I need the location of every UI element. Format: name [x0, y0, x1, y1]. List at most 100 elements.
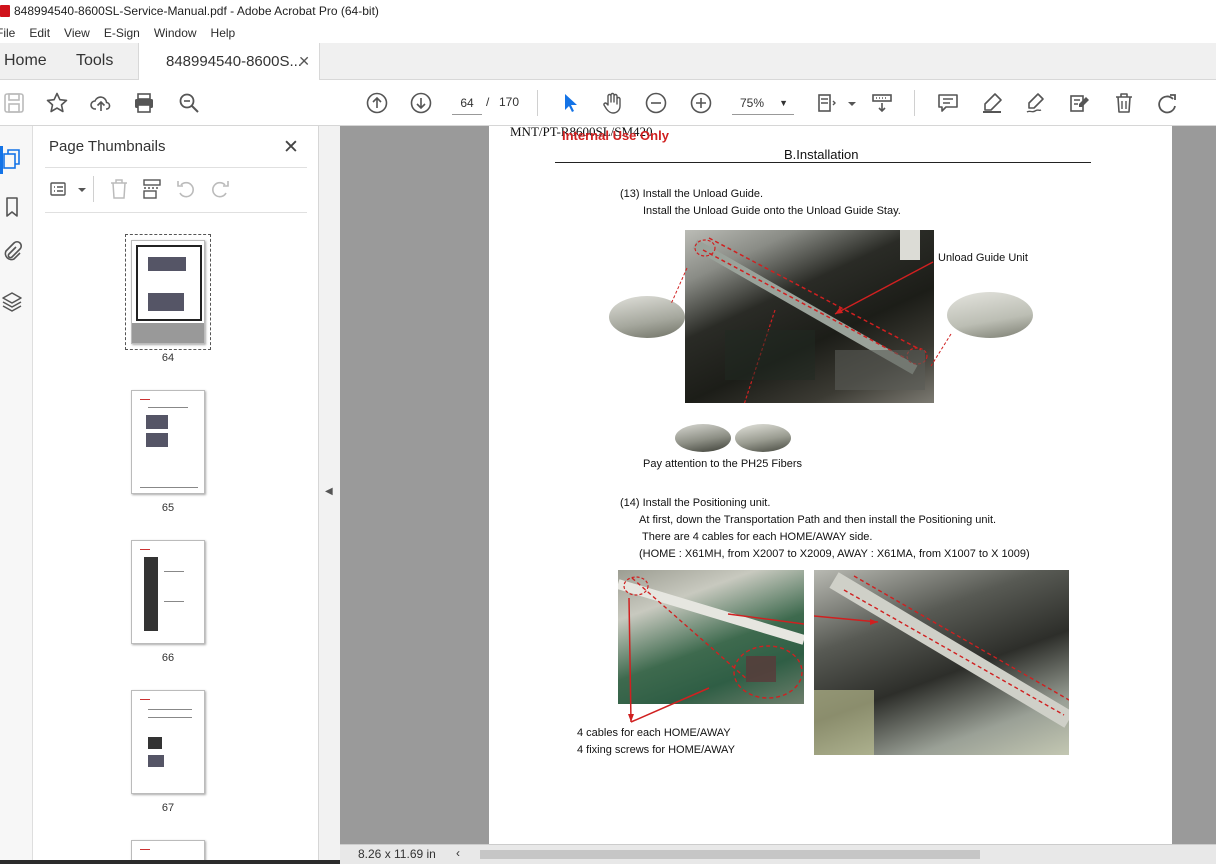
thumbnail-text-line: [148, 709, 192, 710]
rotate-clockwise-icon[interactable]: [209, 178, 231, 200]
tab-tools[interactable]: Tools: [76, 52, 113, 70]
thumbnail-image: [148, 737, 162, 749]
thumbnail-text-line: [140, 399, 150, 400]
panel-title: Page Thumbnails: [49, 138, 166, 155]
bookmarks-icon[interactable]: [1, 196, 23, 218]
detail-photo-right: [947, 292, 1033, 338]
fiber-photo-1: [675, 424, 731, 452]
thumbnail-page-67[interactable]: [131, 690, 205, 794]
chevron-down-icon[interactable]: [840, 91, 856, 115]
comment-icon[interactable]: [936, 91, 960, 115]
left-navigation-rail: [0, 126, 33, 864]
next-page-icon[interactable]: [409, 91, 433, 115]
thumbnail-label: 64: [161, 352, 175, 364]
thumbnail-label: 67: [161, 802, 175, 814]
page-thumbnails-icon[interactable]: [1, 148, 23, 170]
scroll-left-icon[interactable]: ‹: [456, 846, 460, 860]
page-fit-icon[interactable]: [815, 91, 839, 115]
print-icon[interactable]: [132, 91, 156, 115]
save-icon[interactable]: [2, 91, 26, 115]
redo-icon[interactable]: [1156, 91, 1180, 115]
hand-tool-icon[interactable]: [600, 91, 624, 115]
bookmark-star-icon[interactable]: [45, 91, 69, 115]
menu-bar: File Edit View E-Sign Window Help: [0, 22, 1216, 43]
close-tab-icon[interactable]: ✕: [298, 53, 310, 70]
menu-help[interactable]: Help: [211, 26, 236, 40]
edit-pdf-icon[interactable]: [1068, 91, 1092, 115]
thumbnail-footer-shade: [132, 323, 204, 343]
draw-signature-icon[interactable]: [1024, 91, 1048, 115]
panel-divider: [45, 212, 307, 213]
thumbnail-page-66[interactable]: [131, 540, 205, 644]
title-bar: 848994540-8600SL-Service-Manual.pdf - Ad…: [0, 0, 1216, 22]
thumbnail-text-line: [140, 699, 150, 700]
thumbnail-image: [146, 433, 168, 447]
step14-text-1: At first, down the Transportation Path a…: [639, 514, 997, 526]
scroll-mode-icon[interactable]: [870, 91, 894, 115]
document-viewer[interactable]: MNT/PT-R8600SL/SM420 Internal Use Only B…: [340, 124, 1216, 844]
zoom-out-icon[interactable]: [644, 91, 668, 115]
thumbnail-text-line: [148, 717, 192, 718]
select-cursor-icon[interactable]: [558, 91, 582, 115]
menu-edit[interactable]: Edit: [29, 26, 50, 40]
close-panel-icon[interactable]: ✕: [283, 136, 299, 159]
panel-toolbar-divider: [93, 176, 94, 202]
thumbnail-text-line: [140, 849, 150, 850]
thumbnail-image: [146, 415, 168, 429]
page-separator: /: [486, 95, 490, 109]
page-size-label: 8.26 x 11.69 in: [358, 847, 436, 861]
tab-home[interactable]: Home: [4, 52, 47, 70]
step13-title: (13) Install the Unload Guide.: [620, 188, 764, 200]
horizontal-scroll-thumb[interactable]: [480, 850, 980, 859]
upload-cloud-icon[interactable]: [89, 91, 113, 115]
panel-splitter[interactable]: ◀: [319, 126, 340, 864]
detail-left-leader: [670, 267, 688, 305]
extract-page-icon[interactable]: [141, 178, 163, 200]
toolbar: 64 / 170 75% ▼: [0, 80, 1216, 126]
thumbnail-image: [144, 557, 158, 631]
menu-esign[interactable]: E-Sign: [104, 26, 140, 40]
chevron-down-icon: ▼: [779, 98, 788, 108]
thumbnail-image: [148, 257, 186, 271]
thumbnail-text-line: [148, 407, 188, 408]
collapse-panel-icon[interactable]: ◀: [325, 486, 333, 497]
zoom-in-icon[interactable]: [689, 91, 713, 115]
status-bar: 8.26 x 11.69 in ‹: [340, 844, 1216, 864]
tab-bar: Home Tools 848994540-8600S... ✕: [0, 43, 1216, 80]
acrobat-icon: [0, 5, 10, 17]
positioning-right-annotations: [814, 572, 1069, 755]
toolbar-divider: [537, 90, 538, 116]
menu-view[interactable]: View: [64, 26, 90, 40]
thumbnail-page-65[interactable]: [131, 390, 205, 494]
highlight-pen-icon[interactable]: [980, 91, 1004, 115]
menu-file[interactable]: File: [0, 26, 15, 40]
tab-document[interactable]: 848994540-8600S... ✕: [138, 43, 320, 80]
delete-icon[interactable]: [1112, 91, 1136, 115]
thumbnail-text-line: [164, 571, 184, 572]
thumbnail-options-icon[interactable]: [49, 178, 71, 200]
search-icon[interactable]: [177, 91, 201, 115]
zoom-level-select[interactable]: 75% ▼: [732, 91, 794, 115]
unload-guide-annotations: [692, 230, 934, 403]
thumbnail-page-64[interactable]: [131, 240, 205, 344]
unload-guide-photo: [685, 230, 934, 403]
thumbnail-image: [148, 755, 164, 767]
step14-text-3: (HOME : X61MH, from X2007 to X2009, AWAY…: [639, 548, 1030, 560]
rotate-counterclockwise-icon[interactable]: [175, 178, 197, 200]
page-number-input[interactable]: 64: [452, 91, 482, 115]
delete-page-icon[interactable]: [108, 178, 130, 200]
page-total: 170: [499, 95, 520, 109]
detail-right-leader: [930, 333, 952, 367]
attachments-icon[interactable]: [1, 240, 23, 262]
panel-divider: [45, 167, 307, 168]
step14-title: (14) Install the Positioning unit.: [620, 497, 771, 509]
thumbnail-text-line: [140, 549, 150, 550]
pdf-page: MNT/PT-R8600SL/SM420 Internal Use Only B…: [489, 124, 1172, 844]
caption-cables: 4 cables for each HOME/AWAY: [577, 727, 731, 739]
page-thumbnails-panel: Page Thumbnails ✕ 64 65 66 67: [33, 126, 343, 864]
layers-icon[interactable]: [1, 290, 23, 312]
previous-page-icon[interactable]: [365, 91, 389, 115]
menu-window[interactable]: Window: [154, 26, 197, 40]
chevron-down-icon[interactable]: [71, 178, 86, 200]
caption-leader-lines: [628, 597, 710, 723]
